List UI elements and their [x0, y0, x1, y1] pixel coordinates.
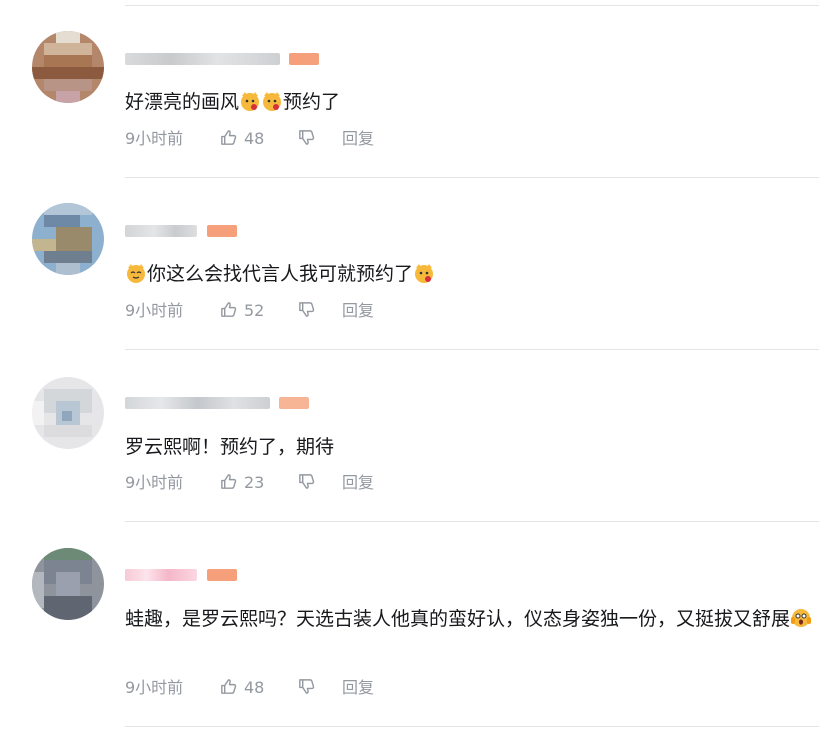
- comment-time: 9小时前: [125, 129, 184, 148]
- cat-face-emote-icon: [127, 264, 145, 283]
- dislike-button[interactable]: [297, 128, 316, 150]
- comment-text-segment: 预约了: [283, 91, 341, 113]
- level-badge: [207, 225, 237, 237]
- comment-divider: [125, 177, 819, 178]
- like-count: 23: [244, 473, 265, 492]
- comment-text: 蛙趣，是罗云熙吗？天选古装人他真的蛮好认，仪态身姿独一份，又挺拔又舒展: [125, 601, 819, 637]
- comment-time: 9小时前: [125, 678, 184, 697]
- thumb-down-icon: [299, 302, 315, 317]
- thumb-up-icon: [221, 474, 237, 489]
- reply-button[interactable]: 回复: [342, 128, 374, 150]
- avatar[interactable]: [32, 377, 104, 449]
- cat-rose-emote-icon: [415, 264, 434, 283]
- dislike-button[interactable]: [297, 300, 316, 322]
- dislike-button[interactable]: [297, 472, 316, 494]
- level-badge: [207, 569, 237, 581]
- comment-divider: [125, 521, 819, 522]
- comment-time: 9小时前: [125, 301, 184, 320]
- comment-text: 好漂亮的画风 预约了: [125, 84, 819, 120]
- username-blurred[interactable]: [125, 569, 197, 581]
- like-button[interactable]: 48: [219, 677, 264, 699]
- comment-divider: [125, 349, 819, 350]
- like-count: 48: [244, 129, 265, 148]
- username-blurred[interactable]: [125, 225, 197, 237]
- shocked-face-emote-icon: [791, 609, 812, 627]
- thumb-up-icon: [221, 130, 237, 145]
- comment-text-segment: 你这么会找代言人我可就预约了: [147, 263, 414, 285]
- like-button[interactable]: 23: [219, 472, 264, 494]
- cat-rose-emote-icon: [263, 92, 282, 111]
- comment-text-segment: 罗云熙啊！预约了，期待: [125, 436, 335, 458]
- avatar[interactable]: [32, 31, 104, 103]
- thumb-down-icon: [299, 679, 315, 694]
- comment-divider: [125, 5, 819, 6]
- comment-text-segment: 好漂亮的画风: [125, 91, 240, 113]
- thumb-up-icon: [221, 679, 237, 694]
- like-button[interactable]: 48: [219, 128, 264, 150]
- level-badge: [289, 53, 319, 65]
- like-button[interactable]: 52: [219, 300, 264, 322]
- dislike-button[interactable]: [297, 677, 316, 699]
- thumb-down-icon: [299, 474, 315, 489]
- username-blurred[interactable]: [125, 53, 280, 65]
- cat-rose-emote-icon: [241, 92, 260, 111]
- like-count: 52: [244, 301, 265, 320]
- comment-text-segment: 蛙趣，是罗云熙吗？天选古装人他真的蛮好认，仪态身姿独一份，又挺拔又舒展: [125, 608, 791, 630]
- username-blurred[interactable]: [125, 397, 270, 409]
- avatar[interactable]: [32, 548, 104, 620]
- avatar[interactable]: [32, 203, 104, 275]
- comment-time: 9小时前: [125, 473, 184, 492]
- thumb-down-icon: [299, 130, 315, 145]
- thumb-up-icon: [221, 302, 237, 317]
- comment-text: 你这么会找代言人我可就预约了: [125, 256, 819, 292]
- like-count: 48: [244, 678, 265, 697]
- comment-text: 罗云熙啊！预约了，期待: [125, 429, 819, 465]
- comment-divider: [125, 726, 819, 727]
- reply-button[interactable]: 回复: [342, 677, 374, 699]
- reply-button[interactable]: 回复: [342, 300, 374, 322]
- level-badge: [279, 397, 309, 409]
- reply-button[interactable]: 回复: [342, 472, 374, 494]
